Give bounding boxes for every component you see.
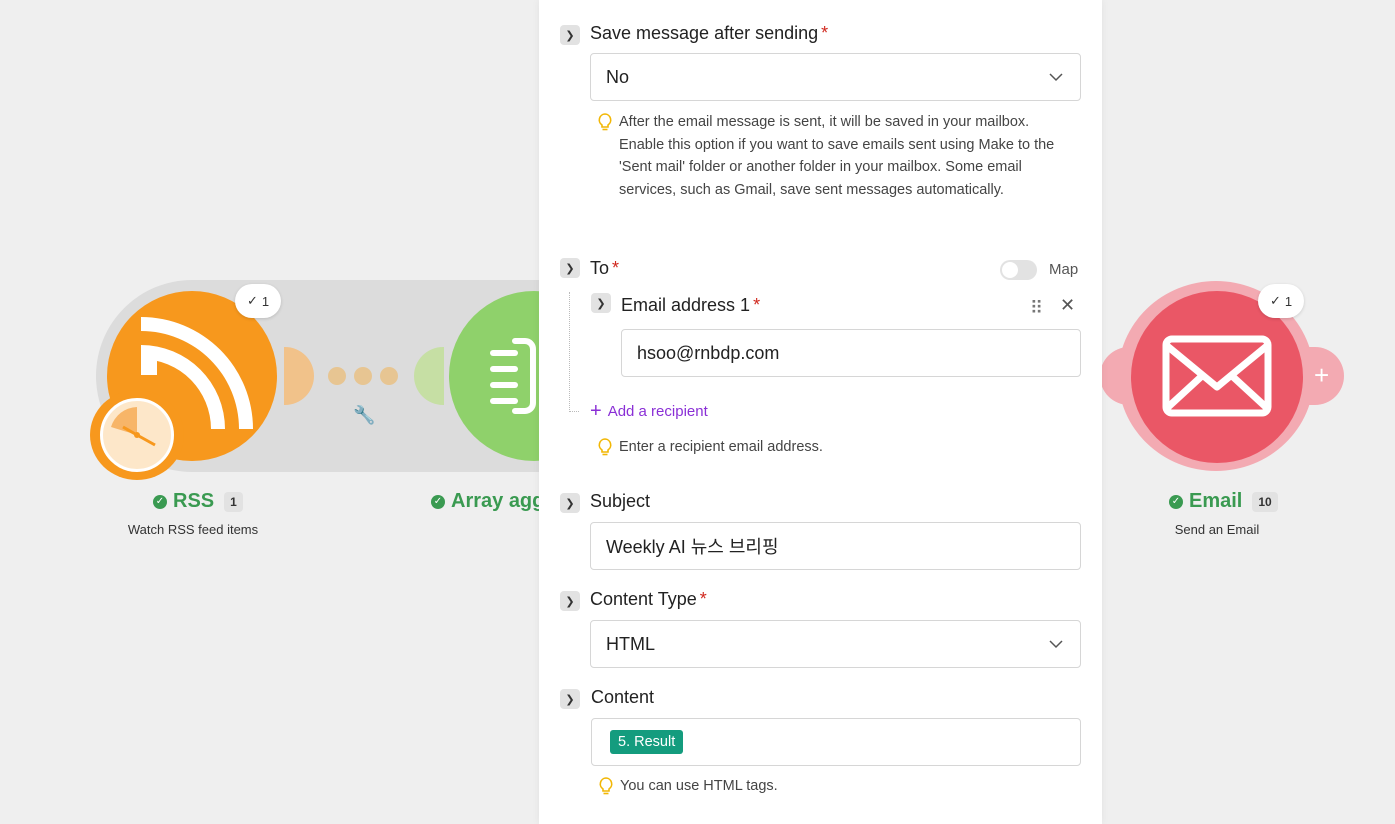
rss-run-count: 1 [261,293,270,309]
chevron-down-icon [1049,640,1063,649]
field-expand-chevron-icon[interactable]: ❯ [560,689,580,709]
add-recipient-label: Add a recipient [607,402,708,420]
content-type-label-text: Content Type [590,589,697,609]
to-hint: Enter a recipient email address. [598,436,823,459]
content-hint: You can use HTML tags. [599,775,778,798]
required-marker: * [821,23,829,43]
route-dot [354,367,372,385]
module-settings-panel: ❯ Save message after sending * No After t… [539,0,1102,824]
mapped-variable-pill[interactable]: 5. Result [610,730,684,754]
save-message-hint-text: After the email message is sent, it will… [619,114,1055,198]
required-marker: * [612,258,620,278]
email-address-label: Email address 1 * [621,295,760,316]
field-expand-chevron-icon[interactable]: ❯ [560,591,580,611]
check-circle-icon: ✓ [431,494,445,509]
chevron-down-icon [1049,73,1063,82]
save-message-label: Save message after sending * [590,23,828,44]
lightbulb-icon [598,113,612,131]
wrench-icon[interactable]: 🔧 [353,405,375,426]
rss-module-name: RSS [173,490,215,512]
subject-label: Subject [590,491,651,511]
check-double-icon: ✓ [1270,293,1281,308]
map-toggle-label: Map [1049,261,1079,278]
email-module-name: Email [1189,490,1243,512]
drag-handle-icon[interactable]: ⠿ [1030,298,1043,319]
schedule-clock-icon[interactable] [90,390,184,480]
content-label: Content [591,687,655,707]
to-label: To * [590,258,619,279]
array-module-label: ✓ Array agg [431,490,544,513]
lightbulb-icon [598,438,612,456]
content-type-label: Content Type * [590,589,707,610]
route-dot [380,367,398,385]
content-type-select[interactable]: HTML [590,620,1081,668]
required-marker: * [699,589,707,609]
field-expand-chevron-icon[interactable]: ❯ [560,25,580,45]
lightbulb-icon [599,777,613,795]
check-circle-icon: ✓ [153,494,167,509]
map-toggle[interactable] [1000,260,1037,280]
add-recipient-button[interactable]: + Add a recipient [590,400,708,422]
email-address-label-text: Email address 1 [621,295,751,315]
content-input[interactable]: 5. Result [591,718,1081,766]
route-dot [328,367,346,385]
rss-module-count: 1 [224,491,243,512]
check-circle-icon: ✓ [1169,494,1183,509]
rss-module-label: ✓ RSS 1 [153,490,243,513]
check-double-icon: ✓ [247,293,258,308]
field-expand-chevron-icon[interactable]: ❯ [560,258,580,278]
required-marker: * [753,295,761,315]
email-module-subtitle: Send an Email [1174,522,1260,537]
to-hint-text: Enter a recipient email address. [619,439,823,455]
email-address-input[interactable]: hsoo@rnbdp.com [621,329,1081,377]
add-module-plus-icon[interactable]: + [1314,361,1329,389]
content-hint-text: You can use HTML tags. [620,778,778,794]
email-run-count: 1 [1284,293,1293,309]
field-expand-chevron-icon[interactable]: ❯ [560,493,580,513]
email-address-value: hsoo@rnbdp.com [637,342,780,363]
save-message-value: No [606,66,630,87]
subject-value: Weekly AI 뉴스 브리핑 [606,537,779,557]
plus-icon: + [590,400,602,422]
subject-input[interactable]: Weekly AI 뉴스 브리핑 [590,522,1081,570]
email-module-label: ✓ Email 10 [1169,490,1278,513]
array-module-name: Array agg [451,490,545,512]
rss-module-subtitle: Watch RSS feed items [127,522,259,537]
close-icon[interactable]: ✕ [1060,295,1075,316]
save-message-hint: After the email message is sent, it will… [598,111,1078,201]
email-run-badge[interactable]: ✓ 1 [1258,284,1305,318]
save-message-select[interactable]: No [590,53,1081,101]
field-expand-chevron-icon[interactable]: ❯ [591,293,611,313]
content-type-value: HTML [606,633,655,654]
map-toggle-knob [1002,262,1018,278]
to-label-text: To [590,258,610,278]
rss-run-badge[interactable]: ✓ 1 [235,284,282,318]
email-module-count: 10 [1252,491,1278,512]
save-message-label-text: Save message after sending [590,23,819,43]
tree-connector-line [569,292,579,412]
